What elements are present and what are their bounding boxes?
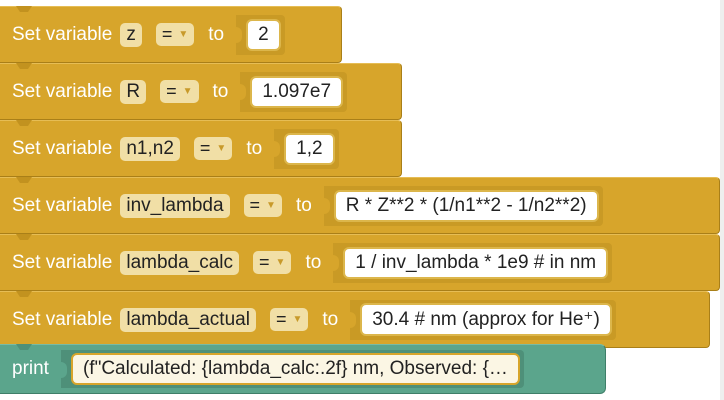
variable-name-field[interactable]: n1,n2	[120, 136, 180, 161]
set-variable-block-inv-lambda[interactable]: Set variable inv_lambda = ▼ to R * Z**2 …	[0, 177, 720, 234]
value-socket: (f"Calculated: {lambda_calc:.2f} nm, Obs…	[60, 350, 524, 388]
to-label: to	[305, 251, 322, 273]
value-input[interactable]: 1.097e7	[250, 75, 344, 108]
value-socket: 1,2	[274, 128, 339, 169]
block-notch	[16, 344, 32, 350]
value-input[interactable]: 1,2	[284, 132, 335, 165]
operator-value: =	[166, 81, 177, 101]
operator-dropdown[interactable]: = ▼	[155, 23, 195, 46]
operator-dropdown[interactable]: = ▼	[269, 308, 309, 331]
value-socket: 30.4 # nm (approx for He⁺)	[350, 299, 616, 340]
block-notch	[16, 63, 32, 69]
value-input[interactable]: R * Z**2 * (1/n1**2 - 1/n2**2)	[333, 189, 599, 222]
set-variable-block-n1-n2[interactable]: Set variable n1,n2 = ▼ to 1,2	[0, 120, 402, 177]
value-socket: 1.097e7	[240, 71, 348, 112]
value-input[interactable]: 2	[246, 18, 281, 51]
chevron-down-icon: ▼	[266, 200, 276, 211]
set-variable-block-lambda-calc[interactable]: Set variable lambda_calc = ▼ to 1 / inv_…	[0, 234, 720, 291]
set-variable-block-z[interactable]: Set variable z = ▼ to 2	[0, 6, 342, 63]
chevron-down-icon: ▼	[182, 86, 193, 97]
set-variable-label: Set variable	[12, 80, 113, 102]
value-socket: 1 / inv_lambda * 1e9 # in nm	[333, 242, 613, 283]
variable-name-field[interactable]: z	[120, 22, 142, 47]
operator-dropdown[interactable]: = ▼	[193, 137, 233, 160]
value-socket: R * Z**2 * (1/n1**2 - 1/n2**2)	[323, 185, 603, 226]
print-argument-input[interactable]: (f"Calculated: {lambda_calc:.2f} nm, Obs…	[70, 353, 520, 385]
chevron-down-icon: ▼	[292, 314, 303, 325]
block-notch	[16, 291, 32, 297]
variable-name-field[interactable]: R	[120, 79, 147, 104]
print-label: print	[12, 358, 49, 379]
to-label: to	[322, 308, 339, 330]
to-label: to	[208, 23, 225, 45]
block-notch	[16, 234, 32, 240]
value-input[interactable]: 30.4 # nm (approx for He⁺)	[360, 303, 612, 336]
blockly-workspace[interactable]: Set variable z = ▼ to 2 Set variable R =…	[0, 0, 724, 400]
set-variable-label: Set variable	[12, 137, 113, 159]
variable-name-field[interactable]: lambda_actual	[120, 307, 256, 332]
operator-value: =	[275, 309, 287, 329]
value-input[interactable]: 1 / inv_lambda * 1e9 # in nm	[343, 246, 609, 279]
chevron-down-icon: ▼	[216, 143, 227, 154]
set-variable-label: Set variable	[12, 194, 113, 216]
workspace-scrollbar[interactable]	[720, 0, 724, 400]
to-label: to	[246, 137, 263, 159]
block-notch	[16, 6, 32, 12]
value-socket: 2	[236, 14, 285, 55]
block-notch	[16, 120, 32, 126]
operator-value: =	[249, 195, 261, 215]
block-notch	[16, 177, 32, 183]
set-variable-label: Set variable	[12, 308, 113, 330]
variable-name-field[interactable]: lambda_calc	[120, 250, 240, 275]
to-label: to	[212, 80, 229, 102]
to-label: to	[295, 194, 312, 216]
operator-dropdown[interactable]: = ▼	[160, 80, 199, 103]
chevron-down-icon: ▼	[275, 257, 286, 268]
operator-value: =	[259, 252, 270, 272]
operator-dropdown[interactable]: = ▼	[253, 251, 292, 274]
set-variable-label: Set variable	[12, 251, 113, 273]
set-variable-block-r[interactable]: Set variable R = ▼ to 1.097e7	[0, 63, 402, 120]
variable-name-field[interactable]: inv_lambda	[120, 193, 230, 218]
set-variable-label: Set variable	[12, 23, 113, 45]
operator-value: =	[199, 138, 211, 158]
print-block[interactable]: print (f"Calculated: {lambda_calc:.2f} n…	[0, 344, 606, 394]
operator-dropdown[interactable]: = ▼	[243, 194, 282, 217]
chevron-down-icon: ▼	[178, 29, 189, 40]
operator-value: =	[161, 24, 173, 44]
set-variable-block-lambda-actual[interactable]: Set variable lambda_actual = ▼ to 30.4 #…	[0, 291, 710, 348]
